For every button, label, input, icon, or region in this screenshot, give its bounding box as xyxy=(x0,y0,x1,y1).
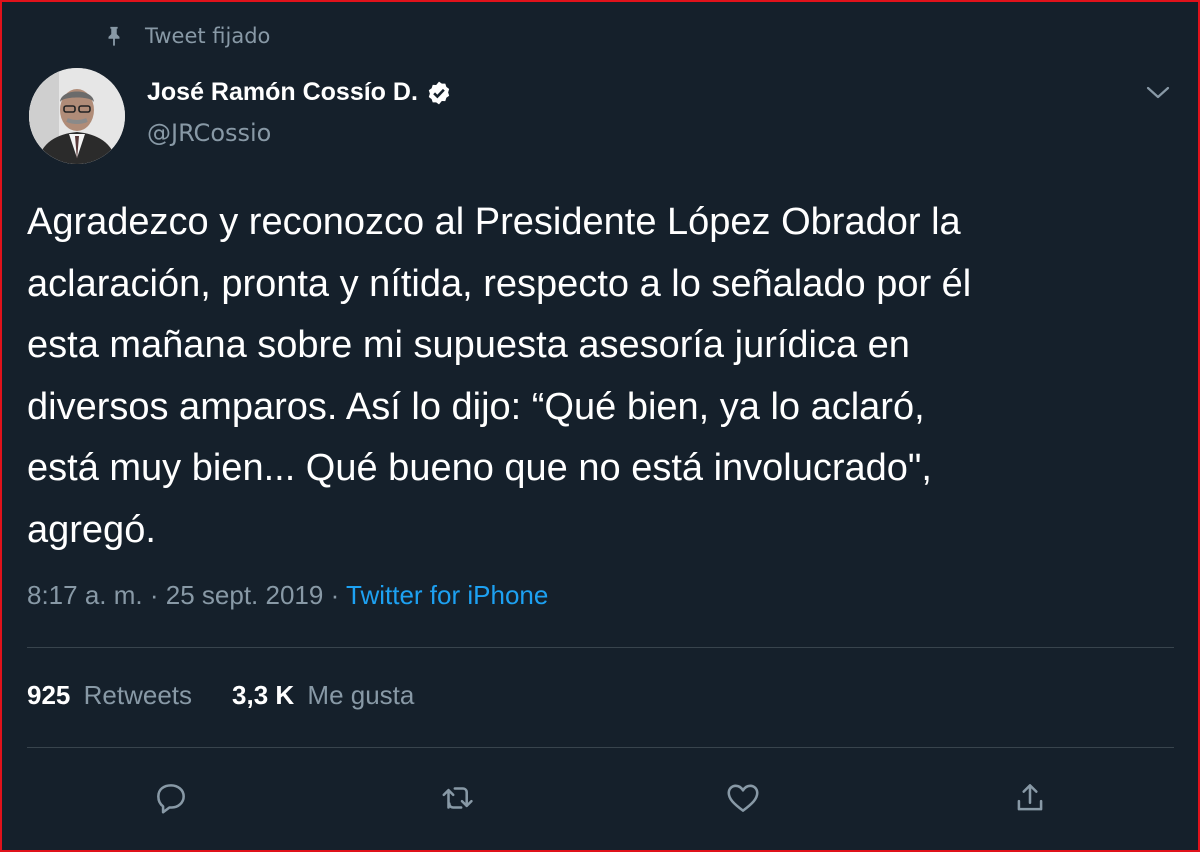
reply-button[interactable] xyxy=(150,777,192,819)
pinned-tweet-indicator: Tweet fijado xyxy=(103,24,270,48)
author-name[interactable]: José Ramón Cossío D. xyxy=(147,78,452,107)
retweet-icon xyxy=(442,787,473,809)
like-button[interactable] xyxy=(722,777,764,819)
meta-separator: · xyxy=(149,580,159,610)
divider-top xyxy=(27,647,1174,648)
avatar-image xyxy=(29,68,125,164)
divider-bottom xyxy=(27,747,1174,748)
pinned-label: Tweet fijado xyxy=(145,24,271,48)
likes-count: 3,3 K xyxy=(232,680,295,710)
chevron-down-icon xyxy=(1146,86,1170,99)
tweet-meta: 8:17 a. m. · 25 sept. 2019 · Twitter for… xyxy=(27,580,548,611)
tweet-text: Agradezco y reconozco al Presidente Lópe… xyxy=(27,201,972,551)
tweet-source-link[interactable]: Twitter for iPhone xyxy=(346,580,548,610)
share-icon xyxy=(1017,784,1043,811)
reply-icon xyxy=(157,784,185,814)
likes-stat[interactable]: 3,3 K Me gusta xyxy=(232,680,414,711)
author-handle[interactable]: @JRCossio xyxy=(147,119,271,147)
retweets-count: 925 xyxy=(27,680,71,710)
avatar[interactable] xyxy=(29,68,125,164)
share-button[interactable] xyxy=(1009,777,1051,819)
tweet-menu-button[interactable] xyxy=(1142,76,1174,108)
heart-icon xyxy=(727,784,759,812)
author-name-text: José Ramón Cossío D. xyxy=(147,78,418,106)
tweet-time[interactable]: 8:17 a. m. xyxy=(27,580,143,610)
meta-separator: · xyxy=(330,580,340,610)
retweet-button[interactable] xyxy=(437,777,479,819)
tweet-date[interactable]: 25 sept. 2019 xyxy=(166,580,324,610)
likes-label: Me gusta xyxy=(307,680,415,710)
retweets-stat[interactable]: 925 Retweets xyxy=(27,680,192,711)
tweet-stats: 925 Retweets 3,3 K Me gusta xyxy=(27,680,454,711)
retweets-label: Retweets xyxy=(83,680,193,710)
verified-badge-icon xyxy=(428,81,450,104)
pin-icon xyxy=(108,26,120,47)
